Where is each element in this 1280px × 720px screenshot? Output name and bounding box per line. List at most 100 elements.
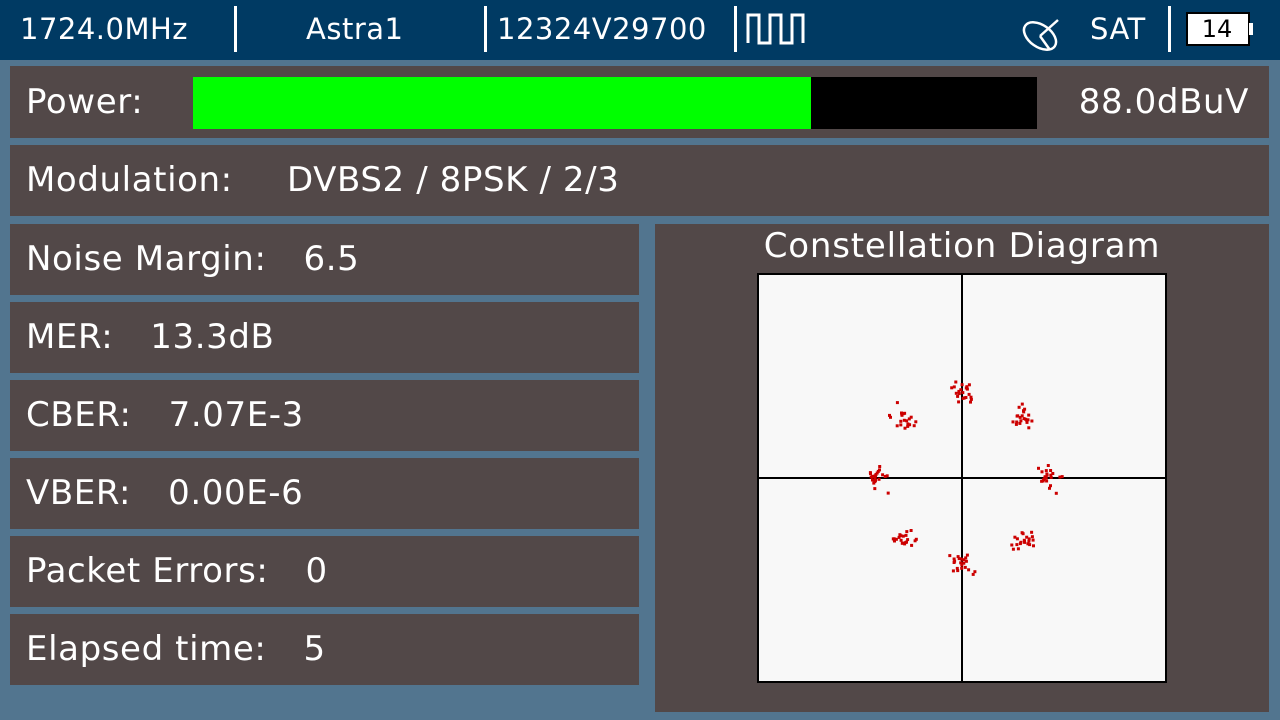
constellation-point bbox=[904, 533, 908, 537]
modulation-row: Modulation: DVBS2 / 8PSK / 2/3 bbox=[10, 145, 1269, 216]
measurement-row-packet-errors: Packet Errors: 0 bbox=[10, 536, 639, 607]
constellation-point bbox=[1018, 421, 1022, 425]
constellation-point bbox=[957, 557, 961, 561]
constellation-point bbox=[1024, 417, 1028, 421]
constellation-point bbox=[1023, 407, 1027, 411]
measurement-value: 5 bbox=[303, 629, 326, 669]
constellation-point bbox=[1014, 422, 1018, 426]
constellation-point bbox=[963, 396, 966, 400]
measurement-row-elapsed-time: Elapsed time: 5 bbox=[10, 614, 639, 685]
status-bar: 1724.0MHz Astra1 12324V29700 SAT 14 bbox=[0, 0, 1280, 60]
constellation-point bbox=[1058, 475, 1062, 479]
modulation-label: Modulation: bbox=[26, 160, 233, 200]
measurement-value: 7.07E-3 bbox=[168, 395, 304, 435]
constellation-point bbox=[900, 541, 904, 545]
measurement-value: 6.5 bbox=[303, 239, 360, 279]
constellation-point bbox=[952, 385, 956, 389]
power-row: Power: 88.0dBuV bbox=[10, 66, 1269, 138]
measurement-value: 0.00E-6 bbox=[168, 473, 304, 513]
constellation-point bbox=[885, 474, 889, 478]
constellation-point bbox=[967, 383, 971, 387]
constellation-point bbox=[1018, 542, 1022, 546]
constellation-point bbox=[914, 420, 918, 424]
constellation-point bbox=[1026, 542, 1030, 546]
battery-icon: 14 bbox=[1186, 12, 1253, 48]
constellation-point bbox=[954, 391, 958, 395]
constellation-point bbox=[1027, 413, 1031, 417]
constellation-point bbox=[1049, 475, 1053, 479]
mode-indicator[interactable]: SAT bbox=[1090, 12, 1146, 46]
constellation-point bbox=[959, 561, 963, 565]
constellation-point bbox=[960, 383, 964, 387]
constellation-point bbox=[899, 419, 903, 423]
constellation-point bbox=[1019, 419, 1023, 423]
constellation-point bbox=[907, 417, 911, 421]
constellation-point bbox=[891, 537, 895, 541]
constellation-point bbox=[950, 386, 954, 390]
constellation-point bbox=[951, 569, 955, 573]
separator bbox=[484, 6, 487, 52]
measurement-value: 0 bbox=[305, 551, 328, 591]
power-meter-fill bbox=[193, 77, 811, 129]
measurement-row-cber: CBER: 7.07E-3 bbox=[10, 380, 639, 451]
constellation-point bbox=[969, 400, 972, 404]
constellation-point bbox=[1025, 420, 1029, 424]
satellite-name[interactable]: Astra1 bbox=[306, 12, 403, 46]
constellation-point bbox=[969, 395, 973, 399]
constellation-point bbox=[1044, 469, 1048, 473]
constellation-panel: Constellation Diagram bbox=[655, 224, 1269, 712]
constellation-point bbox=[956, 394, 960, 398]
constellation-point bbox=[1027, 426, 1031, 430]
measurement-value: 13.3dB bbox=[150, 317, 275, 357]
constellation-point bbox=[1049, 469, 1053, 472]
constellation-point bbox=[1032, 544, 1035, 548]
constellation-point bbox=[914, 537, 918, 541]
constellation-point bbox=[1037, 466, 1040, 470]
constellation-point bbox=[905, 540, 908, 544]
constellation-point bbox=[1023, 540, 1027, 544]
constellation-plot bbox=[757, 273, 1167, 683]
power-label: Power: bbox=[26, 82, 144, 122]
constellation-point bbox=[957, 400, 961, 404]
modulation-value: DVBS2 / 8PSK / 2/3 bbox=[287, 160, 620, 200]
constellation-point bbox=[1030, 419, 1034, 423]
constellation-point bbox=[895, 424, 899, 428]
constellation-point bbox=[956, 569, 960, 573]
constellation-point bbox=[910, 543, 914, 547]
constellation-point bbox=[952, 557, 956, 561]
constellation-point bbox=[1011, 547, 1015, 551]
constellation-point bbox=[963, 565, 967, 569]
constellation-point bbox=[1048, 486, 1051, 490]
transponder-readout[interactable]: 12324V29700 bbox=[497, 12, 707, 46]
constellation-point bbox=[960, 566, 964, 570]
constellation-point bbox=[1020, 402, 1024, 406]
constellation-point bbox=[1040, 479, 1044, 483]
constellation-point bbox=[873, 480, 877, 484]
frequency-readout[interactable]: 1724.0MHz bbox=[20, 12, 188, 46]
constellation-point bbox=[1046, 464, 1050, 467]
constellation-point bbox=[886, 491, 890, 495]
constellation-point bbox=[967, 392, 971, 396]
battery-level: 14 bbox=[1201, 15, 1233, 43]
constellation-point bbox=[948, 554, 952, 558]
constellation-point bbox=[1043, 475, 1047, 479]
constellation-point bbox=[903, 426, 907, 430]
constellation-point bbox=[899, 538, 903, 542]
constellation-point bbox=[871, 475, 875, 478]
constellation-point bbox=[898, 533, 902, 537]
constellation-point bbox=[973, 570, 977, 574]
constellation-point bbox=[1011, 420, 1015, 424]
constellation-point bbox=[912, 424, 916, 428]
separator bbox=[734, 6, 737, 52]
constellation-point bbox=[1010, 543, 1014, 547]
constellation-point bbox=[1045, 479, 1049, 483]
constellation-point bbox=[1025, 535, 1029, 539]
measurement-row-vber: VBER: 0.00E-6 bbox=[10, 458, 639, 529]
satellite-dish-icon bbox=[1022, 19, 1059, 51]
constellation-point bbox=[897, 535, 901, 539]
constellation-point bbox=[877, 477, 881, 481]
separator bbox=[1168, 6, 1171, 52]
constellation-point bbox=[909, 529, 913, 532]
measurement-row-mer: MER: 13.3dB bbox=[10, 302, 639, 373]
separator bbox=[234, 6, 237, 52]
